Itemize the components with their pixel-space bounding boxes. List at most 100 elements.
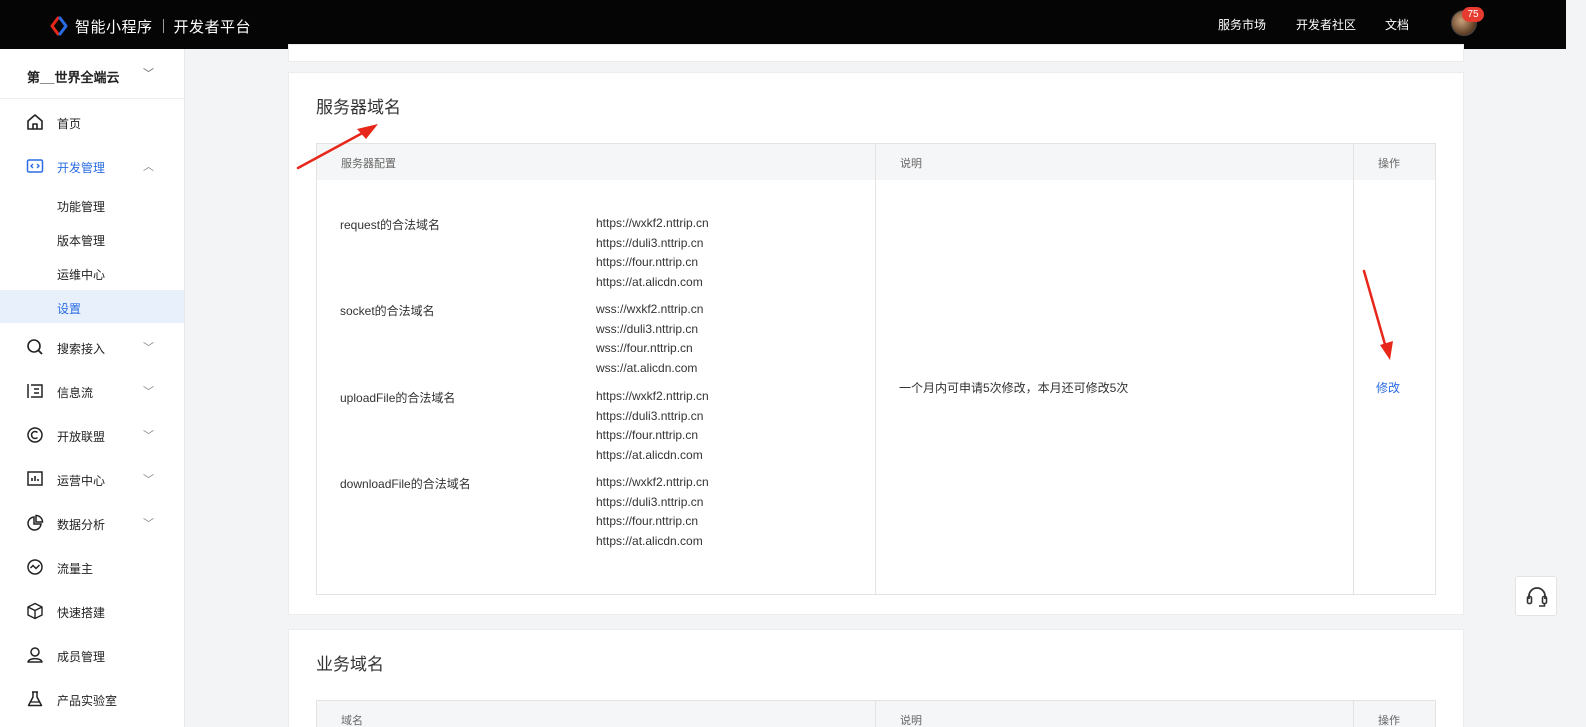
edit-link[interactable]: 修改: [1376, 379, 1400, 396]
brand-name: 智能小程序: [75, 18, 153, 36]
sidebar-item-label: 流量主: [57, 562, 94, 576]
section-title: 服务器域名: [316, 98, 401, 117]
sidebar-item-label: 快速搭建: [57, 606, 106, 620]
url-item: https://duli3.nttrip.cn: [596, 408, 704, 423]
url-item: https://at.alicdn.com: [596, 447, 703, 462]
code-icon: [26, 159, 44, 173]
url-item: https://at.alicdn.com: [596, 533, 703, 548]
sidebar-item-search-access[interactable]: 搜索接入 ﹀: [0, 330, 184, 364]
url-list-download: https://wxkf2.nttrip.cn https://duli3.nt…: [596, 473, 709, 551]
sidebar-item-traffic[interactable]: 流量主: [0, 550, 184, 584]
url-item: https://at.alicdn.com: [596, 274, 703, 289]
sidebar-item-label: 产品实验室: [57, 694, 118, 708]
table-header: 服务器配置 说明 操作: [317, 144, 1435, 180]
chevron-down-icon: ﹀: [143, 518, 154, 530]
sidebar-item-label: 成员管理: [57, 650, 106, 664]
nav-docs[interactable]: 文档: [1385, 16, 1409, 33]
sidebar-item-home[interactable]: 首页: [0, 105, 184, 139]
divider: [1353, 144, 1354, 594]
url-item: https://four.nttrip.cn: [596, 428, 699, 442]
nav-service-market[interactable]: 服务市场: [1218, 16, 1266, 33]
server-domain-table: 服务器配置 说明 操作: [316, 143, 1436, 595]
sidebar-item-label: 开发管理: [57, 161, 106, 175]
column-header-config: 服务器配置: [341, 158, 396, 170]
sidebar-subitem-version[interactable]: 版本管理: [57, 232, 105, 249]
chevron-down-icon: ﹀: [143, 430, 154, 442]
notification-badge: 75: [1462, 7, 1484, 22]
config-label-upload: uploadFile的合法域名: [340, 391, 456, 405]
url-item: https://duli3.nttrip.cn: [596, 494, 704, 509]
flask-icon: [27, 691, 43, 707]
sidebar-item-label: 运营中心: [57, 474, 106, 488]
divider: [875, 701, 876, 727]
chart-icon: [27, 471, 43, 486]
chevron-down-icon: ﹀: [143, 68, 154, 80]
config-label-request: request的合法域名: [340, 218, 441, 232]
url-item: https://wxkf2.nttrip.cn: [596, 216, 709, 230]
sidebar-item-operations[interactable]: 运营中心 ﹀: [0, 462, 184, 496]
sidebar-subitem-settings[interactable]: 设置: [57, 300, 81, 317]
url-item: https://wxkf2.nttrip.cn: [596, 475, 709, 489]
sidebar-item-label: 开放联盟: [57, 430, 106, 444]
url-item: https://four.nttrip.cn: [596, 514, 699, 528]
pie-icon: [27, 514, 44, 531]
feed-icon: [27, 384, 43, 398]
divider: [162, 19, 164, 33]
divider: [1353, 701, 1354, 727]
sidebar-item-label: 首页: [57, 117, 82, 131]
column-header-action: 操作: [1378, 715, 1400, 727]
url-item: wss://at.alicdn.com: [596, 360, 698, 375]
sidebar-item-label: 数据分析: [57, 518, 106, 532]
cube-icon: [27, 602, 43, 620]
sidebar-item-alliance[interactable]: 开放联盟 ﹀: [0, 418, 184, 452]
divider: [875, 144, 876, 594]
sidebar-item-analytics[interactable]: 数据分析 ﹀: [0, 506, 184, 540]
sidebar-subitem-function[interactable]: 功能管理: [57, 198, 105, 215]
scrollbar-track[interactable]: [1566, 0, 1586, 727]
url-list-socket: wss://wxkf2.nttrip.cn wss://duli3.nttrip…: [596, 300, 703, 378]
platform-name: 开发者平台: [173, 18, 252, 36]
sidebar-item-members[interactable]: 成员管理: [0, 638, 184, 672]
sidebar-item-dev-manage[interactable]: 开发管理 ︿: [0, 149, 184, 183]
url-item: https://four.nttrip.cn: [596, 255, 699, 269]
org-selector[interactable]: 第__世界全端云 ﹀: [0, 49, 184, 99]
column-header-description: 说明: [900, 715, 922, 727]
sidebar-item-quick-build[interactable]: 快速搭建: [0, 594, 184, 628]
chevron-up-icon: ︿: [143, 161, 154, 173]
copyright-icon: [27, 427, 43, 443]
url-item: wss://wxkf2.nttrip.cn: [596, 302, 704, 316]
config-label-socket: socket的合法域名: [340, 304, 435, 318]
column-header-description: 说明: [900, 158, 922, 170]
sidebar-item-lab[interactable]: 产品实验室: [0, 682, 184, 716]
customer-support-button[interactable]: [1515, 576, 1557, 616]
section-title: 业务域名: [316, 655, 384, 674]
previous-card: [288, 44, 1464, 62]
sidebar-item-label: 信息流: [57, 386, 94, 400]
search-icon: [27, 339, 43, 355]
business-domain-table: 域名 说明 操作: [316, 700, 1436, 727]
url-list-request: https://wxkf2.nttrip.cn https://duli3.nt…: [596, 214, 709, 292]
headset-icon: [1526, 587, 1548, 607]
chevron-down-icon: ﹀: [143, 342, 154, 354]
url-item: https://wxkf2.nttrip.cn: [596, 389, 709, 403]
sidebar-item-feed[interactable]: 信息流 ﹀: [0, 374, 184, 408]
url-item: wss://four.nttrip.cn: [596, 341, 693, 355]
home-icon: [27, 114, 43, 130]
sidebar-subitem-ops[interactable]: 运维中心: [57, 266, 105, 283]
logo[interactable]: 智能小程序 开发者平台: [49, 15, 251, 37]
org-name: 第__世界全端云: [27, 70, 120, 85]
active-highlight: [0, 290, 184, 323]
column-header-action: 操作: [1378, 158, 1400, 170]
url-item: https://duli3.nttrip.cn: [596, 235, 704, 250]
url-item: wss://duli3.nttrip.cn: [596, 321, 699, 336]
chevron-down-icon: ﹀: [143, 386, 154, 398]
sidebar-item-label: 搜索接入: [57, 342, 106, 356]
logo-icon: [49, 16, 69, 36]
traffic-icon: [27, 559, 43, 575]
user-icon: [27, 647, 43, 663]
nav-developer-community[interactable]: 开发者社区: [1296, 16, 1356, 33]
top-bar: 智能小程序 开发者平台 服务市场 开发者社区 文档 75: [0, 0, 1586, 49]
table-header: 域名 说明 操作: [317, 701, 1435, 727]
sidebar: 第__世界全端云 ﹀ 首页 开发管理 ︿ 功能管理 版本管理 运维中心 设置 搜…: [0, 49, 185, 727]
column-header-domain: 域名: [341, 715, 363, 727]
